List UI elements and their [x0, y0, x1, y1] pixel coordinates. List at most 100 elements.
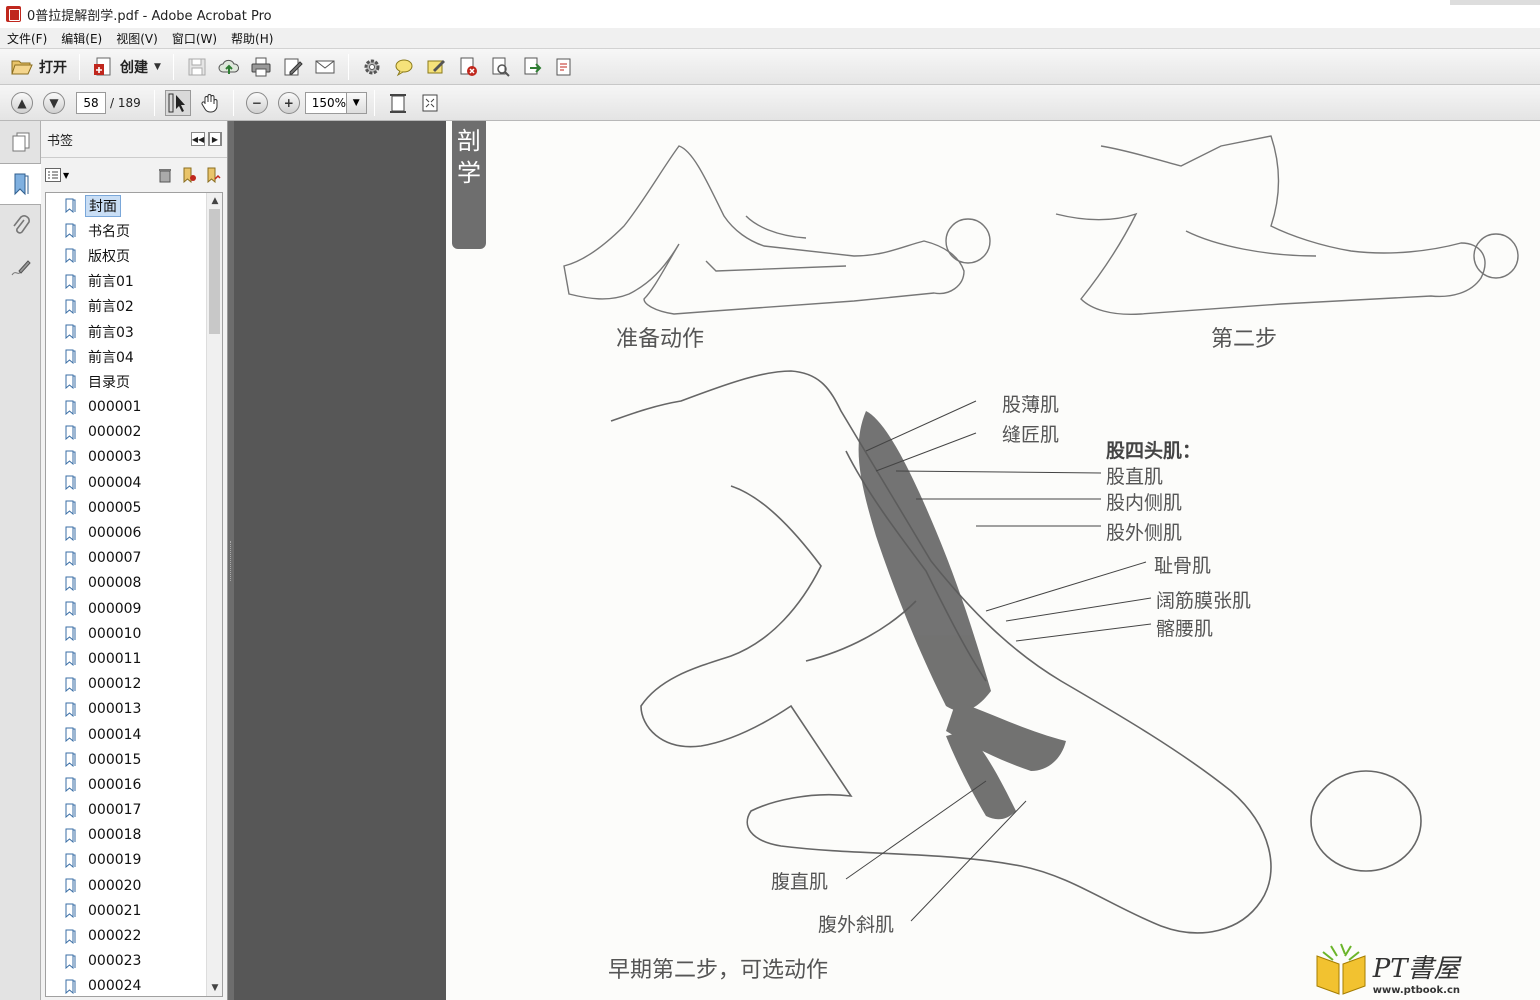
export-button[interactable]: [519, 54, 545, 80]
bookmark-item[interactable]: 000008: [46, 571, 222, 596]
full-screen-button[interactable]: [417, 90, 443, 116]
bookmark-item[interactable]: 000018: [46, 823, 222, 848]
bookmark-item[interactable]: 版权页: [46, 243, 222, 268]
bookmark-item[interactable]: 000003: [46, 445, 222, 470]
bookmark-icon: [65, 349, 76, 365]
upload-button[interactable]: [216, 54, 242, 80]
bookmark-item[interactable]: 封面: [46, 193, 222, 218]
navigation-toolbar: ▲ ▼ 58 / 189 − + 150% ▼: [0, 85, 1540, 121]
bookmark-item[interactable]: 前言04: [46, 344, 222, 369]
zoom-dropdown-button[interactable]: ▼: [346, 91, 367, 114]
bookmark-item[interactable]: 前言02: [46, 294, 222, 319]
bookmark-from-structure-icon[interactable]: [205, 167, 221, 183]
bookmark-label: 000018: [88, 827, 142, 844]
bookmark-item[interactable]: 书名页: [46, 218, 222, 243]
toolbar-separator: [79, 53, 80, 80]
toolbar-separator: [373, 89, 375, 116]
open-button[interactable]: 打开: [6, 53, 72, 81]
previous-page-button[interactable]: ▲: [11, 91, 33, 114]
zoom-out-button[interactable]: −: [245, 91, 268, 114]
pages-panel-button[interactable]: [0, 121, 41, 163]
bookmark-icon: [65, 651, 76, 667]
scroll-up-icon[interactable]: ▲: [207, 193, 222, 209]
save-button[interactable]: [184, 54, 210, 80]
menu-help[interactable]: 帮助(H): [224, 30, 280, 47]
page-number-input[interactable]: 58: [76, 91, 106, 114]
bookmark-item[interactable]: 000011: [46, 646, 222, 671]
bookmark-label: 000001: [88, 399, 142, 416]
bookmark-item[interactable]: 000013: [46, 697, 222, 722]
bookmark-icon: [65, 752, 76, 768]
panel-menu-button[interactable]: ▶: [208, 132, 222, 146]
edit-button[interactable]: [280, 54, 306, 80]
create-pdf-icon: [94, 57, 111, 75]
sign-button[interactable]: [423, 54, 449, 80]
paperclip-icon: [12, 215, 30, 234]
save-icon: [188, 58, 206, 75]
bookmark-item[interactable]: 000017: [46, 798, 222, 823]
bookmark-label: 前言01: [88, 274, 134, 291]
bookmark-item[interactable]: 000006: [46, 520, 222, 545]
bookmark-options-button[interactable]: ▼: [45, 168, 69, 182]
window-controls[interactable]: [1450, 0, 1540, 5]
bookmark-item[interactable]: 前言03: [46, 319, 222, 344]
menu-edit[interactable]: 编辑(E): [54, 30, 109, 47]
zoom-in-button[interactable]: +: [277, 91, 300, 114]
bookmark-icon: [65, 626, 76, 642]
bookmark-item[interactable]: 000012: [46, 672, 222, 697]
collapse-panel-button[interactable]: ◀◀: [191, 132, 205, 146]
bookmark-tree: 封面 书名页 版权页 前言01 前言02 前言03 前言04 目录页 000001 000002 0…: [45, 192, 223, 997]
comment-button[interactable]: [391, 54, 417, 80]
attachments-panel-button[interactable]: [0, 205, 41, 247]
delete-bookmark-icon[interactable]: [157, 167, 173, 183]
forms-button[interactable]: [551, 54, 577, 80]
bookmark-label: 000011: [88, 650, 142, 667]
bookmark-item[interactable]: 前言01: [46, 269, 222, 294]
bookmark-icon: [65, 601, 76, 617]
menu-window[interactable]: 窗口(W): [165, 30, 224, 47]
bookmark-item[interactable]: 000005: [46, 495, 222, 520]
redact-button[interactable]: [455, 54, 481, 80]
bookmark-item[interactable]: 000024: [46, 974, 222, 996]
select-tool-button[interactable]: [164, 89, 191, 116]
bookmark-label: 000015: [88, 751, 142, 768]
create-button[interactable]: 创建 ▼: [87, 53, 166, 81]
bookmark-scrollbar[interactable]: ▲ ▼: [206, 193, 222, 996]
bookmark-item[interactable]: 000022: [46, 923, 222, 948]
bookmark-item[interactable]: 000001: [46, 395, 222, 420]
bookmark-label: 封面: [85, 194, 121, 217]
menu-file[interactable]: 文件(F): [0, 30, 54, 47]
new-bookmark-icon[interactable]: [181, 167, 197, 183]
print-button[interactable]: [248, 54, 274, 80]
bookmark-item[interactable]: 000014: [46, 722, 222, 747]
settings-button[interactable]: [359, 54, 385, 80]
scroll-down-icon[interactable]: ▼: [207, 980, 222, 996]
email-button[interactable]: [312, 54, 338, 80]
toolbar-separator: [172, 53, 174, 80]
bookmark-item[interactable]: 000015: [46, 747, 222, 772]
hand-tool-button[interactable]: [197, 90, 223, 116]
bookmark-item[interactable]: 目录页: [46, 369, 222, 394]
signatures-panel-button[interactable]: [0, 247, 41, 289]
bookmark-item[interactable]: 000007: [46, 546, 222, 571]
bookmark-item[interactable]: 000020: [46, 873, 222, 898]
bookmark-item[interactable]: 000004: [46, 470, 222, 495]
main-toolbar: 打开 创建 ▼: [0, 48, 1540, 85]
zoom-input[interactable]: 150%: [304, 91, 347, 114]
scroll-thumb[interactable]: [209, 209, 220, 334]
menu-view[interactable]: 视图(V): [109, 30, 165, 47]
bookmark-item[interactable]: 000023: [46, 949, 222, 974]
bookmark-label: 000016: [88, 776, 142, 793]
bookmark-item[interactable]: 000002: [46, 420, 222, 445]
review-button[interactable]: [487, 54, 513, 80]
bookmark-item[interactable]: 000021: [46, 898, 222, 923]
fit-page-button[interactable]: [385, 90, 411, 116]
caption-bottom: 早期第二步，可选动作: [608, 958, 829, 983]
label-pectineus: 耻骨肌: [1154, 555, 1212, 577]
bookmark-item[interactable]: 000010: [46, 621, 222, 646]
bookmark-item[interactable]: 000016: [46, 772, 222, 797]
bookmark-item[interactable]: 000019: [46, 848, 222, 873]
next-page-button[interactable]: ▼: [43, 91, 65, 114]
bookmark-item[interactable]: 000009: [46, 596, 222, 621]
bookmarks-panel-button[interactable]: [0, 163, 41, 205]
